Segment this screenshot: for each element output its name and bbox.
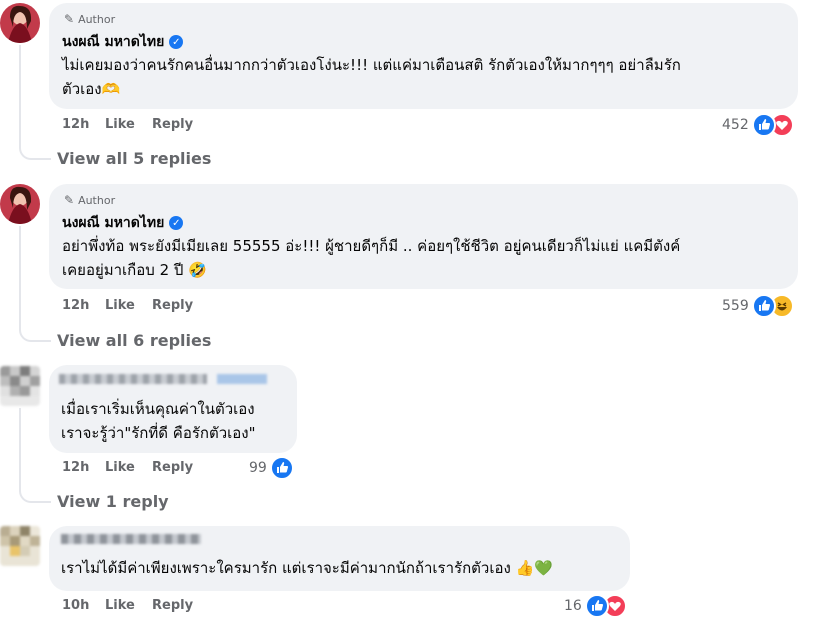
commenter-name-redacted [61,534,201,544]
comment-text: เมื่อเราเริ่มเห็นคุณค่าในตัวเอง เราจะรู้… [61,400,256,442]
verified-badge-icon: ✓ [169,35,184,49]
like-button[interactable]: Like [105,598,152,613]
timestamp[interactable]: 12h [62,298,105,313]
reaction-summary[interactable]: 559 [722,294,794,318]
comment-bubble: เราไม่ได้มีค่าเพียงเพราะใครมารัก แต่เราจ… [49,526,630,591]
verified-badge-icon: ✓ [169,216,184,230]
commenter-name[interactable]: นงผณี มหาดไทย ✓ [62,31,184,53]
pencil-icon: ✎ [64,12,75,26]
like-reaction-icon [751,113,776,137]
reaction-summary[interactable]: 16 [564,594,627,618]
pencil-icon: ✎ [64,193,75,207]
like-button[interactable]: Like [105,298,152,313]
comment-actions: 12h Like Reply [62,460,193,475]
thread-line [19,45,51,160]
commenter-avatar[interactable] [0,366,40,406]
view-replies-link[interactable]: View 1 reply [57,492,169,511]
reaction-count: 16 [564,598,582,614]
comment-text: ไม่เคยมองว่าคนรักคนอื่นมากกว่าตัวเองโง่น… [62,56,681,98]
thread-line [19,226,51,342]
like-button[interactable]: Like [105,117,152,132]
author-tag: ✎ Author [64,193,116,207]
comment-bubble: ✎ Author นงผณี มหาดไทย ✓ ไม่เคยมองว่าคนร… [49,3,798,109]
reply-button[interactable]: Reply [152,298,193,313]
author-avatar[interactable] [0,3,40,43]
commenter-badge-redacted [217,374,267,384]
view-replies-link[interactable]: View all 6 replies [57,331,211,350]
comment-actions: 10h Like Reply [62,598,193,613]
author-avatar[interactable] [0,184,40,224]
comment-bubble: ✎ Author นงผณี มหาดไทย ✓ อย่าพึ่งท้อ พระ… [49,184,798,289]
commenter-name[interactable]: นงผณี มหาดไทย ✓ [62,212,184,234]
author-tag: ✎ Author [64,12,116,26]
like-button[interactable]: Like [105,460,152,475]
comment-actions: 12h Like Reply [62,298,193,313]
reaction-count: 99 [249,460,267,476]
commenter-avatar[interactable] [0,526,40,566]
reaction-count: 559 [722,298,749,314]
commenter-name-redacted [59,374,207,384]
timestamp[interactable]: 12h [62,460,105,475]
comment-text: เราไม่ได้มีค่าเพียงเพราะใครมารัก แต่เราจ… [61,559,553,577]
like-reaction-icon [269,456,294,480]
reply-button[interactable]: Reply [152,117,193,132]
comment-bubble: เมื่อเราเริ่มเห็นคุณค่าในตัวเอง เราจะรู้… [49,365,297,453]
view-replies-link[interactable]: View all 5 replies [57,149,211,168]
thread-line [19,408,51,503]
like-reaction-icon [751,294,776,318]
comment-text: อย่าพึ่งท้อ พระยังมีเมียเลย 55555 อ่ะ!!!… [62,237,681,279]
reply-button[interactable]: Reply [152,598,193,613]
reaction-summary[interactable]: 99 [249,456,294,480]
timestamp[interactable]: 12h [62,117,105,132]
reaction-count: 452 [722,117,749,133]
comment-actions: 12h Like Reply [62,117,193,132]
timestamp[interactable]: 10h [62,598,105,613]
reply-button[interactable]: Reply [152,460,193,475]
reaction-summary[interactable]: 452 [722,113,794,137]
like-reaction-icon [584,594,609,618]
